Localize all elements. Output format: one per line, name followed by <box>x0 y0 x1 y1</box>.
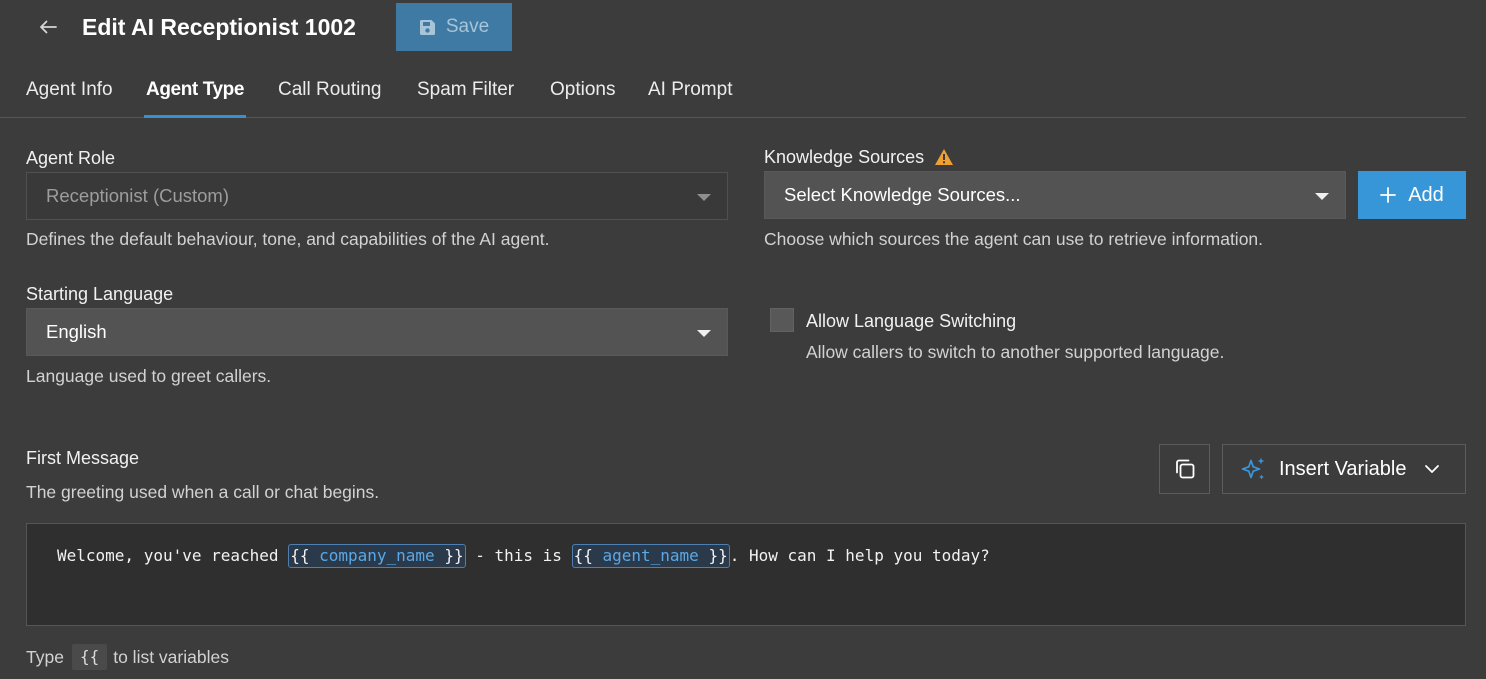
copy-button[interactable] <box>1159 444 1210 494</box>
message-text: . How can I help you today? <box>729 546 990 565</box>
agent-role-label: Agent Role <box>26 148 116 168</box>
allow-language-switching-label[interactable]: Allow Language Switching <box>806 310 1016 332</box>
variable-name: company_name <box>319 546 435 565</box>
first-message-editor[interactable]: Welcome, you've reached {{ company_name … <box>26 523 1466 626</box>
knowledge-sources-label: Knowledge Sources <box>764 146 954 168</box>
plus-icon <box>1380 187 1397 203</box>
insert-variable-dropdown[interactable]: Insert Variable <box>1222 444 1466 494</box>
tab-options[interactable]: Options <box>550 62 615 117</box>
var-brace-close: }} <box>708 546 728 565</box>
first-message-help: The greeting used when a call or chat be… <box>26 482 380 502</box>
agent-role-select[interactable]: Receptionist (Custom) <box>26 172 728 220</box>
caret-down-icon <box>1315 193 1329 200</box>
agent-role-help: Defines the default behaviour, tone, and… <box>26 229 550 249</box>
starting-language-label: Starting Language <box>26 284 174 304</box>
first-message-label: First Message <box>26 448 140 468</box>
starting-language-select[interactable]: English <box>26 308 728 356</box>
chevron-down-icon <box>1424 464 1440 474</box>
hint-code: {{ <box>71 644 108 670</box>
allow-language-switching-help: Allow callers to switch to another suppo… <box>806 342 1225 362</box>
tab-agent-info[interactable]: Agent Info <box>26 62 113 117</box>
variable-name: agent_name <box>602 546 699 565</box>
knowledge-sources-help: Choose which sources the agent can use t… <box>764 229 1264 249</box>
var-brace-open: {{ <box>573 546 593 565</box>
knowledge-sources-select[interactable]: Select Knowledge Sources... <box>764 171 1346 219</box>
hint-suffix: to list variables <box>113 646 229 667</box>
hint-prefix: Type <box>26 646 64 667</box>
add-button-label: Add <box>1408 183 1444 206</box>
add-knowledge-source-button[interactable]: Add <box>1358 171 1466 219</box>
message-text: - this is <box>465 546 572 565</box>
knowledge-sources-placeholder: Select Knowledge Sources... <box>784 184 1021 205</box>
agent-role-value: Receptionist (Custom) <box>46 185 230 206</box>
tab-ai-prompt[interactable]: AI Prompt <box>648 62 732 117</box>
sparkle-icon <box>1241 457 1265 480</box>
back-button[interactable] <box>34 12 62 42</box>
tab-agent-type[interactable]: Agent Type <box>143 62 247 118</box>
warning-triangle-icon <box>935 149 954 165</box>
var-brace-close: }} <box>444 546 464 565</box>
message-text: Welcome, you've reached <box>57 546 289 565</box>
tab-bar: Agent Info Agent Type Call Routing Spam … <box>0 62 1466 118</box>
page-title: Edit AI Receptionist 1002 <box>82 14 356 40</box>
page-header: Edit AI Receptionist 1002 Save <box>0 0 1486 54</box>
knowledge-sources-label-text: Knowledge Sources <box>764 147 925 167</box>
tab-call-routing[interactable]: Call Routing <box>278 62 382 117</box>
variable-chip-company-name[interactable]: {{ company_name }} <box>288 544 466 568</box>
allow-language-switching-checkbox[interactable] <box>770 308 794 332</box>
variable-chip-agent-name[interactable]: {{ agent_name }} <box>571 544 730 568</box>
save-button-label: Save <box>445 16 490 37</box>
caret-down-icon <box>697 194 711 201</box>
var-brace-open: {{ <box>290 546 310 565</box>
insert-variable-label: Insert Variable <box>1279 457 1407 480</box>
floppy-disk-icon <box>419 19 435 35</box>
starting-language-value: English <box>46 321 107 342</box>
copy-icon <box>1175 459 1194 479</box>
variable-hint: Type {{ to list variables <box>26 644 229 670</box>
arrow-left-icon <box>40 20 57 34</box>
save-button[interactable]: Save <box>396 3 512 51</box>
tab-spam-filter[interactable]: Spam Filter <box>417 62 514 117</box>
caret-down-icon <box>697 330 711 337</box>
starting-language-help: Language used to greet callers. <box>26 366 272 386</box>
